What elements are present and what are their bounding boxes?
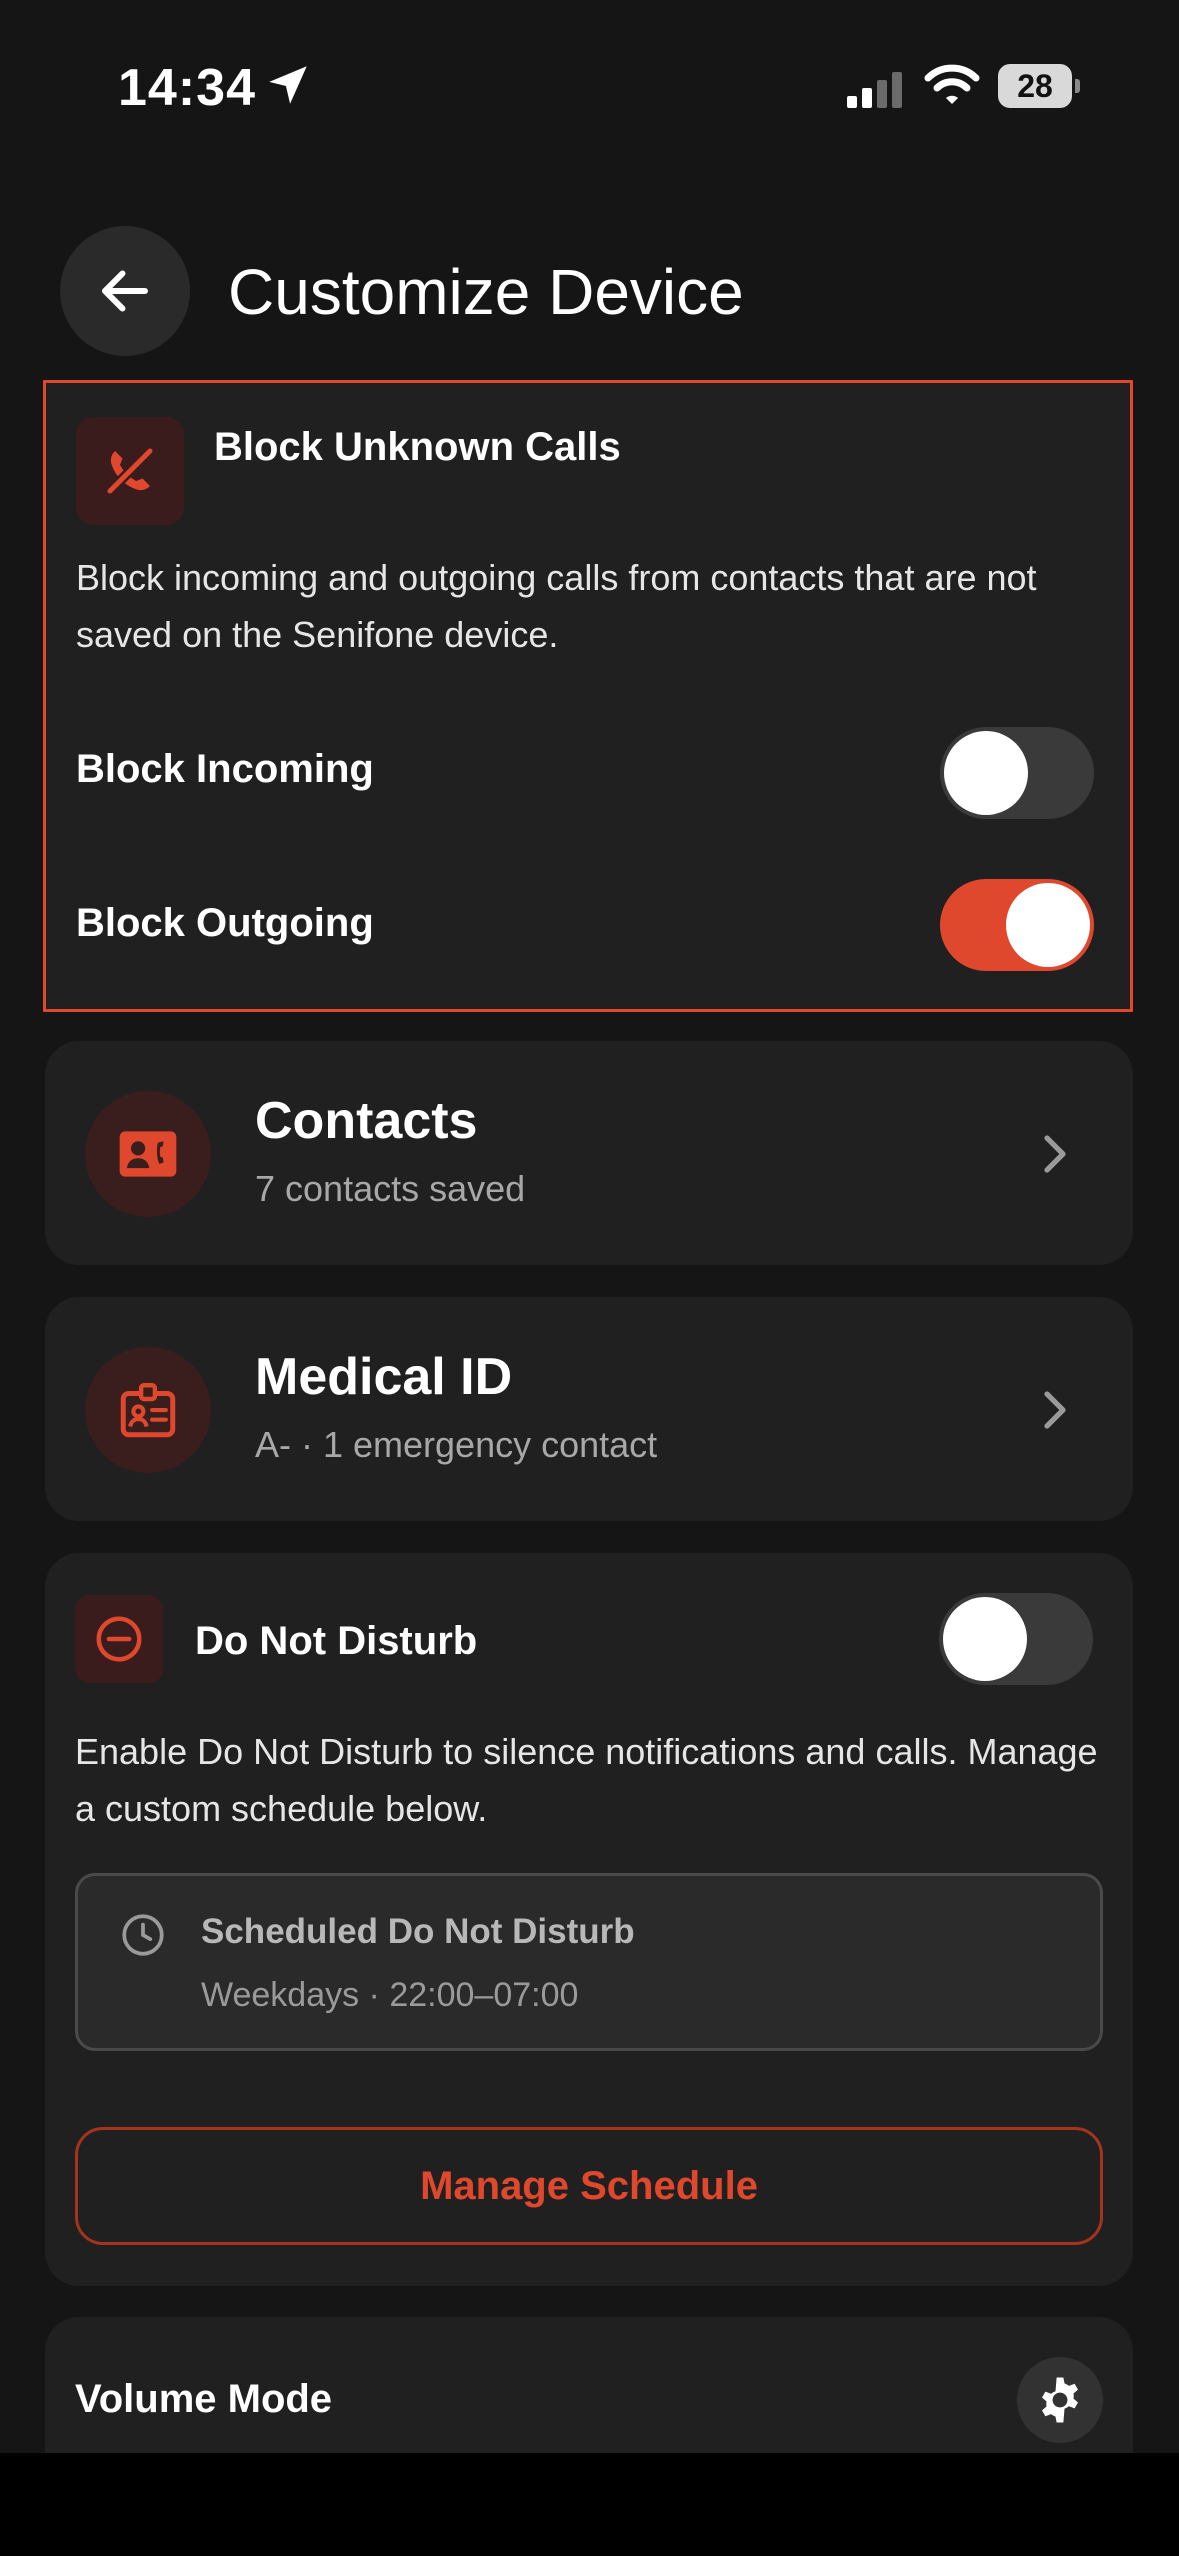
blocked-call-icon-badge — [76, 417, 184, 525]
do-not-disturb-card: Do Not Disturb Enable Do Not Disturb to … — [45, 1553, 1133, 2286]
medical-id-subtitle: A- · 1 emergency contact — [255, 1424, 658, 1465]
volume-mode-title: Volume Mode — [75, 2377, 333, 2421]
dnd-toggle[interactable] — [939, 1593, 1093, 1685]
medical-id-icon-badge — [85, 1347, 211, 1473]
contacts-subtitle: 7 contacts saved — [255, 1168, 526, 1209]
location-arrow-icon — [269, 66, 307, 104]
manage-schedule-button[interactable]: Manage Schedule — [75, 2127, 1103, 2245]
volume-mode-card: Volume Mode — [45, 2317, 1133, 2453]
block-incoming-label: Block Incoming — [76, 747, 374, 791]
gear-icon — [1042, 2377, 1078, 2423]
battery-tip — [1075, 79, 1080, 93]
battery-level: 28 — [998, 64, 1072, 108]
block-outgoing-toggle[interactable] — [940, 879, 1094, 971]
block-unknown-title: Block Unknown Calls — [214, 425, 621, 469]
block-incoming-toggle[interactable] — [940, 727, 1094, 819]
status-time: 14:34 — [118, 59, 256, 117]
dnd-description: Enable Do Not Disturb to silence notific… — [75, 1731, 1098, 1829]
volume-settings-button[interactable] — [1017, 2357, 1103, 2443]
contact-card-icon — [119, 1131, 177, 1177]
cellular-signal-icon — [847, 72, 902, 108]
back-button[interactable] — [60, 226, 190, 356]
bottom-bar — [0, 2453, 1179, 2556]
medical-id-card[interactable]: Medical ID A- · 1 emergency contact — [45, 1297, 1133, 1521]
wifi-icon — [924, 64, 980, 104]
minus-circle-icon — [96, 1616, 142, 1662]
scheduled-dnd-box: Scheduled Do Not Disturb Weekdays · 22:0… — [75, 1873, 1103, 2051]
battery-indicator: 28 — [998, 64, 1080, 108]
status-bar: 14:34 28 — [0, 52, 1179, 122]
clock-icon — [122, 1914, 164, 1956]
contacts-title: Contacts — [255, 1092, 478, 1150]
toggle-knob — [943, 1597, 1027, 1681]
medical-id-title: Medical ID — [255, 1348, 513, 1406]
page-title: Customize Device — [228, 256, 744, 328]
block-outgoing-label: Block Outgoing — [76, 901, 374, 945]
schedule-title: Scheduled Do Not Disturb — [201, 1912, 635, 1951]
block-unknown-calls-card: Block Unknown Calls Block incoming and o… — [43, 380, 1133, 1012]
chevron-right-icon — [1044, 1391, 1066, 1429]
block-unknown-description: Block incoming and outgoing calls from c… — [76, 557, 1037, 655]
id-badge-icon — [120, 1383, 176, 1438]
screen: 14:34 28 Customize Device Block Unknown … — [0, 0, 1179, 2453]
contacts-icon-badge — [85, 1091, 211, 1217]
dnd-icon-badge — [75, 1595, 163, 1683]
toggle-knob — [944, 731, 1028, 815]
dnd-title: Do Not Disturb — [195, 1619, 478, 1663]
chevron-right-icon — [1044, 1135, 1066, 1173]
phone-blocked-icon — [106, 447, 154, 495]
arrow-left-icon — [102, 270, 148, 312]
contacts-card[interactable]: Contacts 7 contacts saved — [45, 1041, 1133, 1265]
schedule-detail: Weekdays · 22:00–07:00 — [201, 1976, 579, 2014]
toggle-knob — [1006, 883, 1090, 967]
